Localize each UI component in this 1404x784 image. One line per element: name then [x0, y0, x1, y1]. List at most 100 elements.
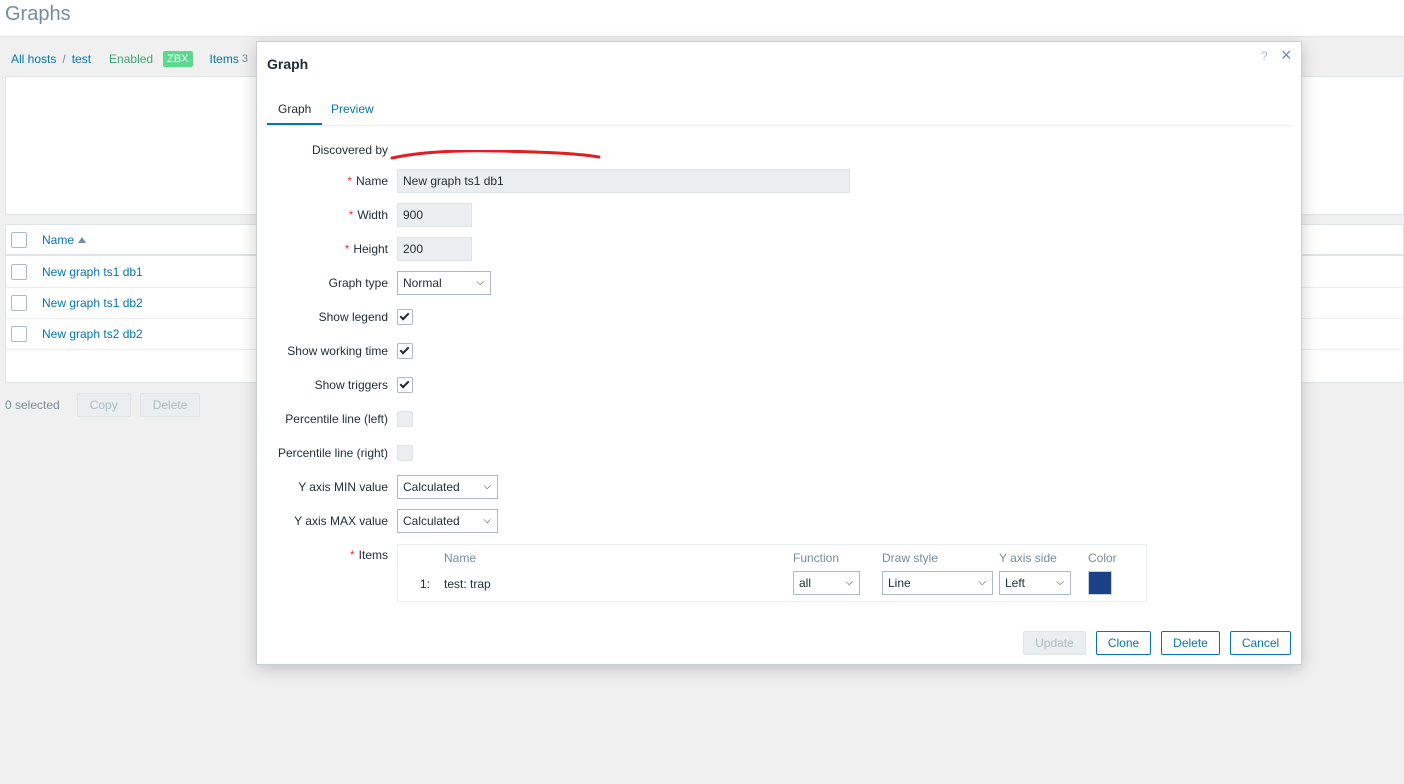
y-axis-min-row: Y axis MIN value Calculated ⌵: [257, 475, 1303, 499]
row-checkbox[interactable]: [11, 295, 27, 311]
required-mark: *: [347, 174, 352, 188]
checkmark-icon: [399, 344, 410, 355]
dialog-tabs: Graph Preview: [266, 94, 1292, 126]
chevron-down-icon: ⌵: [476, 277, 484, 288]
name-input[interactable]: [397, 169, 850, 193]
dialog-title: Graph: [267, 56, 309, 72]
selected-count: 0 selected: [5, 398, 60, 412]
y-axis-min-select[interactable]: Calculated ⌵: [397, 475, 498, 499]
graph-name-link[interactable]: New graph ts2 db2: [42, 327, 143, 341]
chevron-down-icon: ⌵: [845, 577, 853, 588]
item-draw-style-select[interactable]: Line ⌵: [882, 571, 993, 595]
chevron-down-icon: ⌵: [1056, 577, 1064, 588]
show-triggers-label: Show triggers: [314, 378, 388, 392]
show-triggers-checkbox[interactable]: [397, 377, 413, 393]
close-icon[interactable]: ×: [1281, 45, 1292, 65]
item-color-picker[interactable]: [1088, 571, 1112, 595]
red-annotation-stroke: [390, 150, 601, 160]
y-axis-max-select[interactable]: Calculated ⌵: [397, 509, 498, 533]
width-row: * Width: [257, 203, 1303, 227]
tab-graph[interactable]: Graph: [266, 102, 323, 125]
zbx-availability-badge: ZBX: [163, 51, 193, 67]
host-items-link[interactable]: Items: [210, 52, 239, 66]
update-button[interactable]: Update: [1023, 631, 1086, 655]
width-input[interactable]: [397, 203, 472, 227]
graph-type-select[interactable]: Normal ⌵: [397, 271, 491, 295]
host-status-enabled[interactable]: Enabled: [109, 52, 153, 66]
width-label-text: Width: [357, 208, 388, 222]
height-row: * Height: [257, 237, 1303, 261]
table-footer-actions: 0 selected Copy Delete: [5, 393, 201, 417]
items-header-function: Function: [793, 551, 840, 565]
chevron-down-icon: ⌵: [978, 577, 986, 588]
name-column-header[interactable]: Name: [42, 232, 87, 247]
chevron-down-icon: ⌵: [483, 515, 491, 526]
percentile-right-checkbox[interactable]: [397, 445, 413, 461]
graph-dialog: Graph ? × Graph Preview Discovered by * N…: [256, 41, 1302, 665]
item-function-select[interactable]: all ⌵: [793, 571, 860, 595]
clone-button[interactable]: Clone: [1096, 631, 1151, 655]
checkmark-icon: [399, 310, 410, 321]
show-working-time-label: Show working time: [287, 344, 388, 358]
items-header-draw-style: Draw style: [882, 551, 939, 565]
y-axis-max-value: Calculated: [403, 514, 460, 528]
mass-delete-button[interactable]: Delete: [139, 393, 201, 417]
item-function-value: all: [799, 576, 812, 590]
height-label: * Height: [345, 242, 388, 256]
sort-ascending-icon: [78, 236, 87, 243]
percentile-left-checkbox[interactable]: [397, 411, 413, 427]
graph-type-row: Graph type Normal ⌵: [257, 271, 1303, 295]
graph-name-link[interactable]: New graph ts1 db1: [42, 265, 143, 279]
help-icon[interactable]: ?: [1261, 49, 1268, 63]
show-legend-row: Show legend: [257, 305, 1303, 329]
percentile-right-label: Percentile line (right): [277, 446, 388, 460]
page-header: Graphs: [0, 0, 1404, 37]
item-index: 1:: [420, 577, 431, 591]
height-label-text: Height: [353, 242, 388, 256]
show-triggers-row: Show triggers: [257, 373, 1303, 397]
breadcrumb-host[interactable]: test: [72, 52, 91, 66]
required-mark: *: [348, 208, 354, 222]
name-row: * Name: [257, 169, 1303, 193]
breadcrumb-all-hosts[interactable]: All hosts: [11, 52, 56, 66]
items-table: Name Function Draw style Y axis side Col…: [397, 544, 1147, 602]
items-header-y-axis-side: Y axis side: [999, 551, 1057, 565]
chevron-down-icon: ⌵: [483, 481, 491, 492]
percentile-left-row: Percentile line (left): [257, 407, 1303, 431]
items-header-name: Name: [444, 551, 477, 565]
delete-button[interactable]: Delete: [1161, 631, 1220, 655]
items-label-text: Items: [358, 548, 388, 562]
item-y-axis-side-value: Left: [1005, 576, 1026, 590]
name-column-header-label: Name: [42, 232, 75, 247]
item-draw-style-value: Line: [888, 576, 911, 590]
copy-button[interactable]: Copy: [76, 393, 131, 417]
items-label: * Items: [350, 548, 388, 562]
y-axis-max-label: Y axis MAX value: [294, 514, 388, 528]
required-mark: *: [344, 242, 350, 256]
host-navigation: All hosts / test Enabled ZBX Items 3: [11, 51, 248, 67]
percentile-right-row: Percentile line (right): [257, 441, 1303, 465]
y-axis-min-value: Calculated: [403, 480, 460, 494]
name-label-text: Name: [355, 174, 388, 188]
item-y-axis-side-select[interactable]: Left ⌵: [999, 571, 1071, 595]
page-title: Graphs: [5, 3, 71, 25]
breadcrumb-separator: /: [62, 52, 66, 66]
item-name[interactable]: test: trap: [444, 577, 491, 591]
checkmark-icon: [399, 378, 410, 389]
tab-preview[interactable]: Preview: [331, 102, 374, 116]
width-label: * Width: [349, 208, 388, 222]
show-working-time-checkbox[interactable]: [397, 343, 413, 359]
name-label: * Name: [347, 174, 388, 188]
select-all-checkbox[interactable]: [11, 231, 27, 248]
percentile-left-label: Percentile line (left): [285, 412, 388, 426]
show-legend-label: Show legend: [318, 310, 388, 324]
cancel-button[interactable]: Cancel: [1230, 631, 1291, 655]
row-checkbox[interactable]: [11, 264, 27, 280]
discovered-by-label: Discovered by: [311, 143, 388, 157]
row-checkbox[interactable]: [11, 326, 27, 342]
host-items-count: 3: [241, 53, 248, 65]
show-legend-checkbox[interactable]: [397, 309, 413, 325]
graph-name-link[interactable]: New graph ts1 db2: [42, 296, 143, 310]
required-mark: *: [349, 548, 355, 562]
height-input[interactable]: [397, 237, 472, 261]
